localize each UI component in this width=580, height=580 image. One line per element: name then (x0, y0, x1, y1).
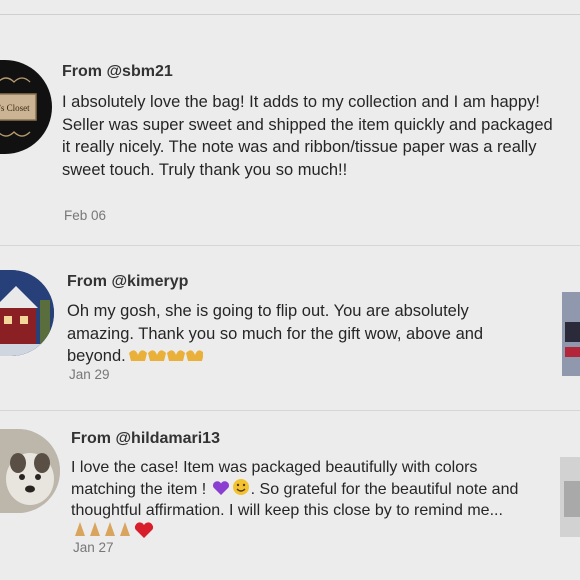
review-text: I love the case! Item was packaged beaut… (71, 457, 541, 543)
purple-heart-icon (211, 481, 231, 498)
review-item: From @kimeryp Oh my gosh, she is going t… (0, 246, 580, 410)
product-image-icon (560, 457, 580, 537)
review-date: Jan 29 (69, 367, 110, 382)
svg-text:’s Closet: ’s Closet (0, 103, 30, 113)
house-photo-icon (0, 270, 54, 356)
heart-hands-icon (126, 347, 204, 365)
closet-logo-icon: ’s Closet (0, 77, 37, 137)
avatar[interactable] (0, 270, 54, 356)
review-author[interactable]: From @kimeryp (67, 273, 188, 291)
avatar[interactable]: ’s Closet (0, 60, 52, 154)
review-author[interactable]: From @sbm21 (62, 63, 173, 81)
review-date: Feb 06 (64, 208, 107, 223)
praying-hands-icon (71, 522, 133, 541)
review-author[interactable]: From @hildamari13 (71, 430, 220, 448)
review-text: I absolutely love the bag! It adds to my… (62, 93, 553, 179)
avatar[interactable] (0, 429, 60, 513)
smile-icon (231, 479, 251, 498)
review-item: ’s Closet From @sbm21 I absolutely love … (0, 0, 580, 245)
dog-photo-icon (0, 429, 60, 513)
review-text: Oh my gosh, she is going to flip out. Yo… (67, 302, 484, 365)
product-image-icon (562, 292, 580, 376)
review-date: Jan 27 (73, 540, 114, 555)
listing-thumbnail[interactable] (560, 457, 580, 537)
listing-thumbnail[interactable] (562, 292, 580, 376)
red-heart-icon (133, 522, 155, 541)
review-item: From @hildamari13 I love the case! Item … (0, 411, 580, 580)
